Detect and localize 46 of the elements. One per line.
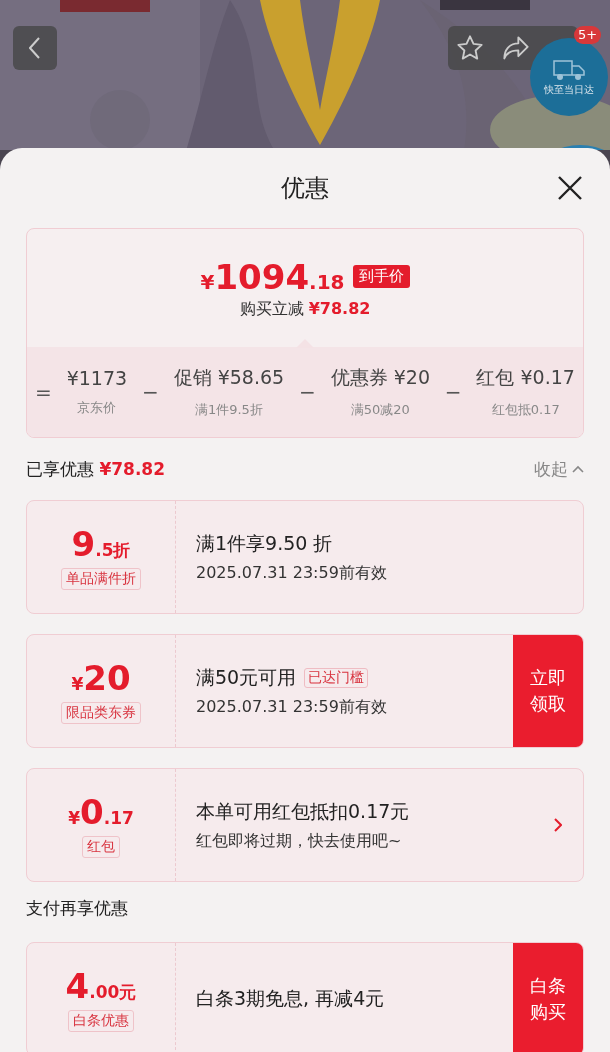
breakdown-amount: 优惠券 ¥20: [330, 365, 430, 390]
final-price-tag: 到手价: [352, 265, 410, 288]
chevron-right-icon: [554, 818, 562, 832]
delivery-label: 快至当日达: [544, 83, 594, 97]
coupon-subtitle: 红包即将过期，快去使用吧~: [196, 830, 403, 852]
coupon-type-tag: 限品类东券: [61, 702, 141, 724]
coupon-subtitle: 2025.07.31 23:59前有效: [196, 696, 388, 718]
coupon-title: 本单可用红包抵扣0.17元: [196, 798, 410, 824]
chevron-up-icon: [572, 465, 584, 473]
chevron-left-icon: [29, 37, 41, 59]
coupon-type-tag: 白条优惠: [68, 1010, 134, 1032]
breakdown-amount: ¥1173: [66, 367, 128, 389]
coupon-type-tag: 红包: [82, 836, 120, 858]
coupon-value: ¥20: [71, 658, 131, 698]
coupon-title: 满50元可用: [196, 664, 297, 690]
truck-icon: [552, 57, 586, 81]
breakdown-note: 满50减20: [350, 401, 410, 419]
breakdown-amount: 促销 ¥58.65: [173, 365, 285, 390]
coupon-value: ¥0.17: [68, 792, 134, 832]
final-price: ¥1094.18: [200, 256, 345, 297]
sheet-title: 优惠: [281, 173, 329, 204]
section-heading: 已享优惠 ¥78.82: [26, 457, 165, 481]
operator-sign: −: [444, 380, 462, 404]
coupon-type-tag: 单品满件折: [61, 568, 141, 590]
coupon-title: 满1件享9.50 折: [196, 530, 333, 556]
section-heading: 支付再享优惠: [26, 896, 128, 920]
threshold-tag: 已达门槛: [304, 667, 369, 688]
close-icon: [557, 175, 583, 201]
share-icon: [502, 35, 530, 61]
breakdown-amount: 红包 ¥0.17: [476, 365, 575, 390]
instant-discount: 购买立减 ¥78.82: [239, 298, 371, 320]
breakdown-note: 满1件9.5折: [194, 401, 263, 419]
claim-button[interactable]: 立即领取: [513, 635, 583, 747]
star-icon: [456, 34, 484, 62]
coupon-subtitle: 2025.07.31 23:59前有效: [196, 562, 388, 584]
coupon-value: 4.00元: [65, 966, 137, 1006]
collapse-toggle[interactable]: 收起: [534, 457, 584, 481]
back-button[interactable]: [13, 26, 57, 70]
breakdown-note: 京东价: [77, 399, 117, 417]
coupon-title: 白条3期免息, 再减4元: [196, 986, 385, 1011]
operator-sign: =: [35, 380, 52, 404]
claim-button[interactable]: 白条购买: [513, 943, 583, 1052]
operator-sign: −: [299, 380, 316, 404]
operator-sign: −: [141, 380, 159, 404]
coupon-value: 9.5折: [71, 524, 131, 564]
breakdown-note: 红包抵0.17: [491, 401, 560, 419]
